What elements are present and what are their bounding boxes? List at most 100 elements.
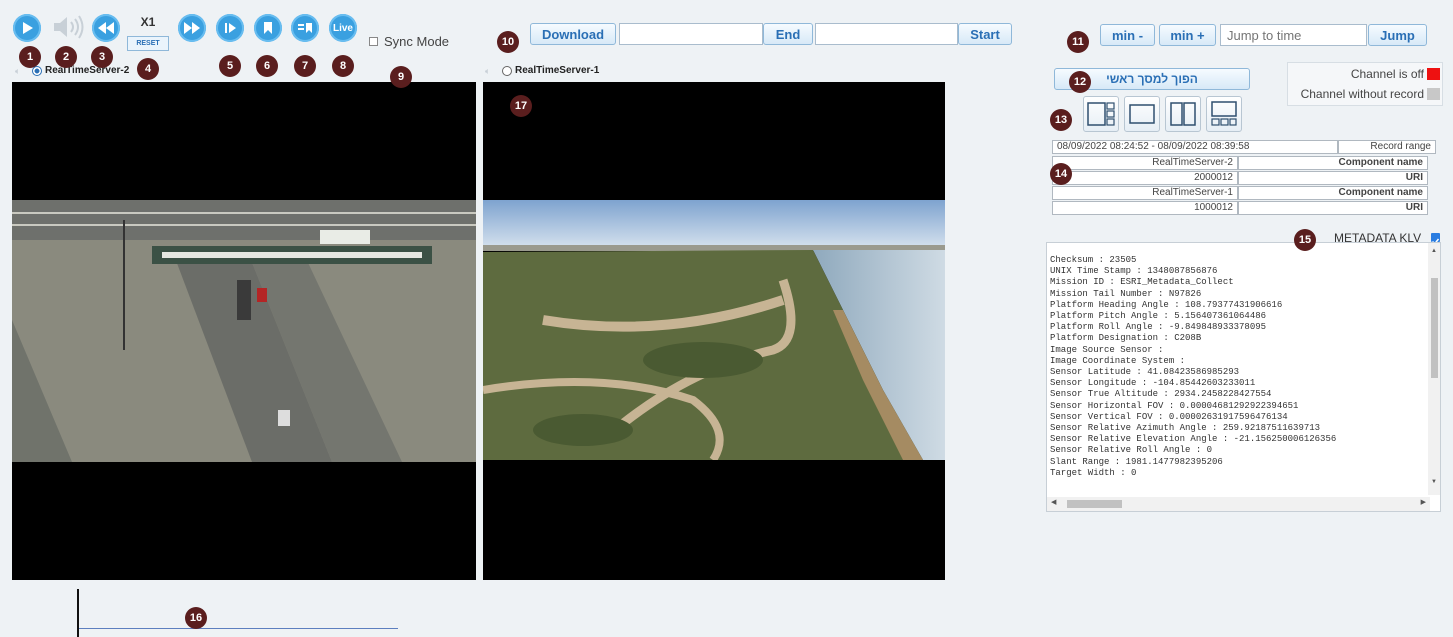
callout-badge: 10: [497, 31, 519, 53]
video-frame-2: [483, 200, 945, 460]
fast-forward-icon: [184, 22, 200, 34]
scroll-left-icon[interactable]: ◀: [1051, 498, 1056, 506]
callout-badge: 15: [1294, 229, 1316, 251]
vertical-scroll-thumb[interactable]: [1431, 278, 1438, 378]
metadata-line: Sensor Vertical FOV : 0.0000263191759647…: [1050, 411, 1288, 422]
video-frame-1: [12, 200, 476, 462]
metadata-line: Sensor True Altitude : 2934.245822842755…: [1050, 389, 1272, 400]
metadata-line: Sensor Longitude : -104.85442603233011: [1050, 378, 1256, 389]
legend-channel-off-label: Channel is off: [1350, 67, 1424, 81]
metadata-line: Sensor Horizontal FOV : 0.00004681292922…: [1050, 400, 1299, 411]
metadata-line: UNIX Time Stamp : 1348087856876: [1050, 266, 1218, 277]
speed-label: X1: [140, 15, 156, 29]
player-name: RealTimeServer-2: [45, 65, 130, 76]
legend-channel-off-swatch: [1427, 68, 1440, 80]
bookmark-icon: [264, 22, 272, 34]
component-name-label: Component name: [1238, 186, 1428, 200]
download-button[interactable]: Download: [530, 23, 616, 45]
metadata-line: Mission ID : ESRI_Metadata_Collect: [1050, 277, 1234, 288]
callout-badge: 3: [91, 46, 113, 68]
metadata-line: Sensor Relative Azimuth Angle : 259.9218…: [1050, 423, 1321, 434]
scroll-up-icon[interactable]: ▲: [1431, 248, 1437, 254]
metadata-line: Checksum : 23505: [1050, 255, 1137, 265]
video-player-1[interactable]: [12, 82, 476, 580]
timeline-track[interactable]: [79, 628, 398, 629]
callout-badge: 14: [1050, 163, 1072, 185]
minus-minute-button[interactable]: min -: [1100, 24, 1155, 46]
live-button[interactable]: Live: [329, 14, 357, 42]
metadata-line: Mission Tail Number : N97826: [1050, 288, 1202, 299]
metadata-line: Sensor Relative Elevation Angle : -21.15…: [1050, 434, 1337, 445]
jump-time-input[interactable]: [1220, 24, 1367, 46]
speaker-icon: 🔈︎: [485, 66, 491, 76]
start-time-input[interactable]: [815, 23, 958, 45]
metadata-horizontal-scrollbar[interactable]: ◀ ▶: [1047, 497, 1430, 511]
record-range-label: Record range: [1338, 140, 1436, 154]
callout-badge: 9: [390, 66, 412, 88]
callout-badge: 8: [332, 55, 354, 77]
component-name-label: Component name: [1238, 156, 1428, 170]
player-select-radio[interactable]: [32, 66, 42, 76]
callout-badge: 4: [137, 58, 159, 80]
player-select-radio[interactable]: [502, 66, 512, 76]
fast-forward-button[interactable]: [178, 14, 206, 42]
step-forward-icon: [225, 23, 236, 33]
step-forward-button[interactable]: [216, 14, 244, 42]
bookmark-button[interactable]: [254, 14, 282, 42]
layout-1-plus-3-bottom-icon: [1211, 101, 1237, 126]
layout-single-icon: [1129, 104, 1155, 124]
metadata-panel[interactable]: Checksum : 23505 UNIX Time Stamp : 134808…: [1046, 242, 1441, 512]
metadata-line: Sensor Relative Roll Angle : 0: [1050, 445, 1213, 456]
callout-badge: 17: [510, 95, 532, 117]
uri-value: 1000012: [1052, 201, 1238, 215]
metadata-checkbox[interactable]: [1431, 233, 1440, 245]
metadata-line: Platform Roll Angle : -9.849848933378095: [1050, 322, 1267, 333]
callout-badge: 2: [55, 46, 77, 68]
callout-badge: 12: [1069, 71, 1091, 93]
metadata-line: Sensor Latitude : 41.08423586985293: [1050, 367, 1240, 378]
layout-split-button[interactable]: [1165, 96, 1201, 132]
callout-badge: 16: [185, 607, 207, 629]
speaker-icon: 🔈︎: [15, 66, 21, 76]
metadata-vertical-scrollbar[interactable]: ▲ ▼: [1428, 243, 1440, 495]
uri-value: 2000012: [1052, 171, 1238, 185]
component-name-value: RealTimeServer-1: [1052, 186, 1238, 200]
start-button[interactable]: Start: [958, 23, 1012, 45]
sync-mode-checkbox[interactable]: [369, 37, 378, 46]
layout-single-button[interactable]: [1124, 96, 1160, 132]
uri-label: URI: [1238, 171, 1428, 185]
legend-no-record-label: Channel without record: [1300, 87, 1424, 101]
uri-label: URI: [1238, 201, 1428, 215]
sync-mode-label: Sync Mode: [384, 34, 450, 49]
jump-button[interactable]: Jump: [1368, 24, 1427, 46]
layout-1-plus-3-bottom-button[interactable]: [1206, 96, 1242, 132]
callout-badge: 6: [256, 55, 278, 77]
video-player-2[interactable]: [483, 82, 945, 580]
scroll-right-icon[interactable]: ▶: [1421, 498, 1426, 506]
legend-panel: Channel is off Channel without record: [1287, 62, 1443, 106]
callout-badge: 1: [19, 46, 41, 68]
plus-minute-button[interactable]: min +: [1159, 24, 1216, 46]
volume-button[interactable]: [52, 13, 86, 41]
layout-1-plus-3-button[interactable]: [1083, 96, 1119, 132]
timeline-cursor[interactable]: [77, 589, 79, 637]
metadata-line: Target Width : 0: [1050, 467, 1137, 478]
player-name: RealTimeServer-1: [515, 65, 600, 76]
metadata-line: Image Source Sensor :: [1050, 344, 1164, 355]
scroll-down-icon[interactable]: ▼: [1431, 479, 1437, 485]
layout-split-icon: [1170, 102, 1196, 126]
rewind-button[interactable]: [92, 14, 120, 42]
callout-badge: 11: [1067, 31, 1089, 53]
layout-1-plus-3-icon: [1087, 102, 1115, 126]
metadata-line: Image Coordinate System :: [1050, 355, 1186, 366]
end-time-input[interactable]: [619, 23, 763, 45]
component-name-value: RealTimeServer-2: [1052, 156, 1238, 170]
reset-speed-button[interactable]: RESET: [127, 36, 169, 51]
metadata-line: Slant Range : 1981.1477982395206: [1050, 456, 1223, 467]
callout-badge: 7: [294, 55, 316, 77]
bookmark-list-button[interactable]: [291, 14, 319, 42]
play-button[interactable]: [13, 14, 41, 42]
end-button[interactable]: End: [763, 23, 813, 45]
horizontal-scroll-thumb[interactable]: [1067, 500, 1122, 508]
rewind-icon: [98, 22, 114, 34]
